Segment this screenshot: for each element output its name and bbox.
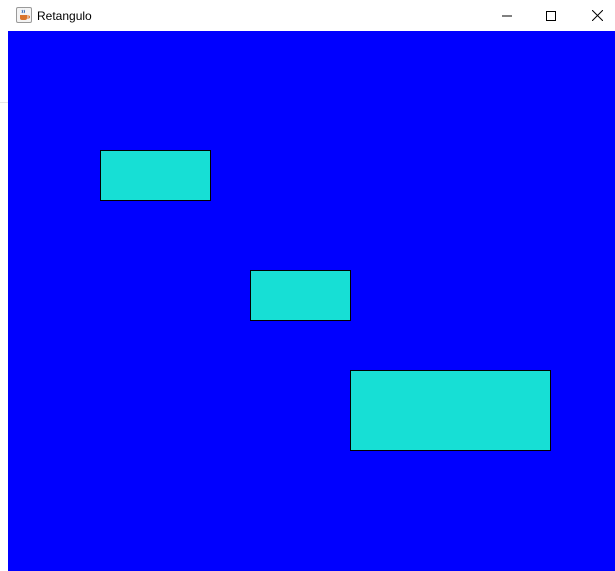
background-divider [0, 102, 8, 103]
close-icon [591, 10, 603, 21]
background-strip [0, 0, 8, 571]
java-cup-icon [16, 7, 32, 23]
minimize-icon [502, 15, 512, 16]
app-window: Retangulo [8, 0, 615, 571]
maximize-button[interactable] [528, 0, 574, 31]
title-bar[interactable]: Retangulo [8, 0, 615, 32]
rectangle-3 [350, 370, 551, 451]
maximize-icon [546, 10, 556, 21]
rectangle-1 [100, 150, 211, 201]
rectangle-2 [250, 270, 351, 321]
minimize-button[interactable] [484, 0, 530, 31]
close-button[interactable] [574, 0, 615, 31]
window-title: Retangulo [37, 9, 92, 23]
drawing-canvas [8, 31, 615, 571]
